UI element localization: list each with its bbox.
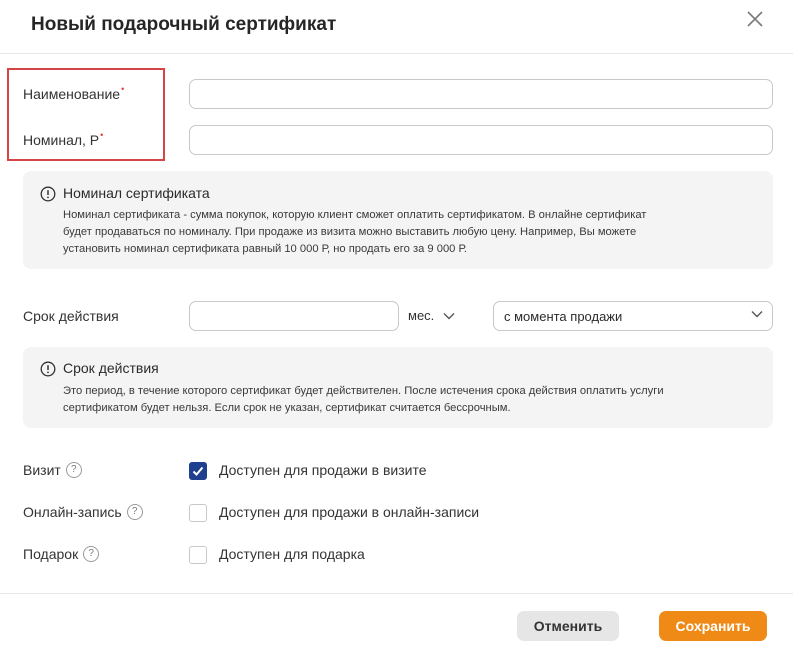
chevron-down-icon bbox=[443, 312, 455, 319]
validity-unit-select[interactable]: мес. bbox=[408, 308, 455, 323]
validity-unit-value: мес. bbox=[408, 308, 435, 323]
online-label: Онлайн-запись? bbox=[23, 504, 143, 521]
nominal-label: Номинал, Р• bbox=[23, 130, 104, 148]
visit-label: Визит? bbox=[23, 462, 82, 479]
dialog-header: Новый подарочный сертификат bbox=[0, 0, 793, 54]
help-icon[interactable]: ? bbox=[126, 504, 143, 521]
required-mark: • bbox=[100, 130, 104, 140]
validity-input[interactable] bbox=[189, 301, 399, 331]
required-mark: • bbox=[121, 84, 125, 94]
dialog-title: Новый подарочный сертификат bbox=[31, 14, 337, 35]
save-button[interactable]: Сохранить bbox=[659, 611, 767, 641]
gift-option-label[interactable]: Доступен для подарка bbox=[219, 546, 365, 562]
validity-info-text: Это период, в течение которого сертифика… bbox=[63, 385, 664, 414]
cancel-button[interactable]: Отменить bbox=[517, 611, 619, 641]
visit-option-label[interactable]: Доступен для продажи в визите bbox=[219, 462, 427, 478]
close-icon[interactable] bbox=[744, 8, 766, 30]
info-icon bbox=[40, 361, 56, 377]
validity-info-panel: Срок действия Это период, в течение кото… bbox=[23, 347, 773, 428]
validity-label: Срок действия bbox=[23, 308, 119, 324]
chevron-down-icon bbox=[751, 311, 763, 318]
online-option-label[interactable]: Доступен для продажи в онлайн-записи bbox=[219, 504, 479, 520]
online-checkbox[interactable] bbox=[189, 504, 207, 522]
info-icon bbox=[40, 186, 56, 202]
validity-from-select[interactable]: с момента продажи bbox=[493, 301, 773, 331]
help-icon[interactable]: ? bbox=[65, 462, 82, 479]
validity-from-value: с момента продажи bbox=[504, 308, 623, 324]
name-label: Наименование• bbox=[23, 84, 125, 102]
nominal-info-text: Номинал сертификата - сумма покупок, кот… bbox=[63, 209, 647, 255]
nominal-info-title: Номинал сертификата bbox=[63, 185, 210, 201]
gift-label: Подарок? bbox=[23, 546, 100, 563]
help-icon[interactable]: ? bbox=[83, 546, 100, 563]
nominal-input[interactable] bbox=[189, 125, 773, 155]
name-input[interactable] bbox=[189, 79, 773, 109]
gift-checkbox[interactable] bbox=[189, 546, 207, 564]
validity-info-title: Срок действия bbox=[63, 360, 159, 376]
nominal-info-panel: Номинал сертификата Номинал сертификата … bbox=[23, 171, 773, 269]
checkmark-icon bbox=[192, 466, 204, 476]
visit-checkbox[interactable] bbox=[189, 462, 207, 480]
